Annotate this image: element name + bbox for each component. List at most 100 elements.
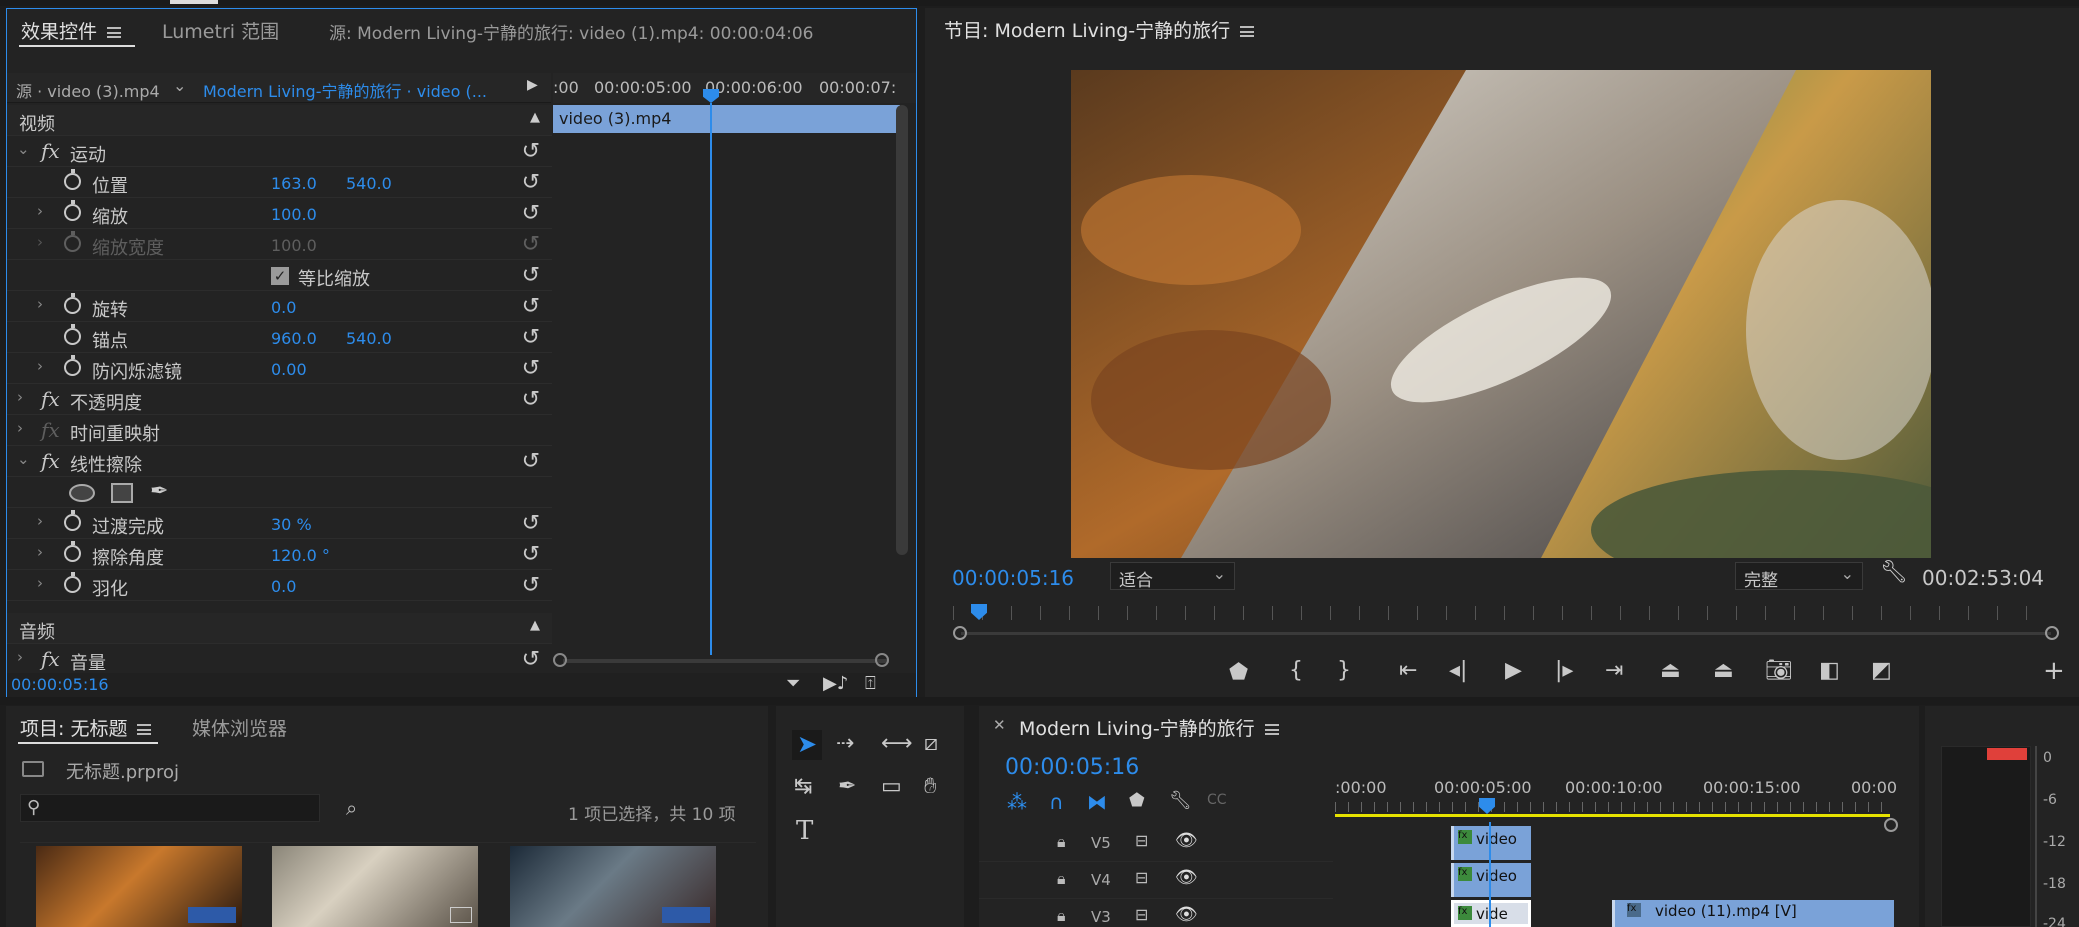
chevron-right-icon[interactable]: › [37,233,43,251]
eye-icon[interactable]: 👁︎ [1175,904,1198,925]
rectangle-mask-icon[interactable] [111,483,133,503]
horizontal-divider[interactable] [0,697,2079,705]
ellipse-mask-icon[interactable] [69,484,95,502]
clip-bar[interactable]: video (3).mp4 [553,105,900,133]
scale-value[interactable]: 100.0 [271,205,317,224]
selection-tool-icon[interactable]: ➤ [792,730,822,760]
transition-completion-value[interactable]: 30 % [271,515,312,534]
source-clip-label[interactable]: 源 · video (3).mp4 [16,78,160,102]
effect-volume[interactable]: › fx 音量 ↺ [7,644,552,675]
razor-tool-icon[interactable]: ⧄ [924,731,938,756]
reset-icon[interactable]: ↺ [522,542,540,567]
reset-icon[interactable]: ↺ [522,573,540,598]
position-x-value[interactable]: 163.0 [271,174,317,193]
chevron-right-icon[interactable]: › [37,574,43,592]
stopwatch-icon[interactable] [64,324,81,345]
sync-lock-icon[interactable]: ⊟ [1135,905,1148,924]
ripple-edit-tool-icon[interactable]: ⟷ [881,731,913,756]
wipe-angle-value[interactable]: 120.0 ° [271,546,330,565]
effect-controls-timecode[interactable]: 00:00:05:16 [11,675,109,694]
pen-tool-icon[interactable]: ✒ [838,774,856,799]
reset-icon[interactable]: ↺ [522,647,540,672]
type-tool-icon[interactable]: T [796,816,813,846]
slip-tool-icon[interactable]: ↹ [794,774,812,799]
snap-icon[interactable]: ∩ [1049,790,1064,814]
panel-menu-icon[interactable] [137,724,152,735]
chevron-right-icon[interactable]: › [17,419,23,437]
tab-media-browser[interactable]: 媒体浏览器 [192,714,287,741]
rectangle-tool-icon[interactable]: ▭ [881,774,902,799]
tab-project[interactable]: 项目: 无标题 [20,714,152,741]
anti-flicker-value[interactable]: 0.00 [271,360,307,379]
vertical-scrollbar[interactable] [896,105,908,555]
stopwatch-icon[interactable] [64,200,81,221]
timeline-clip-v3-second[interactable]: fx video (11).mp4 [V] [1612,900,1894,927]
filter-icon[interactable]: ⏷ [786,673,800,694]
export-icon[interactable]: ⍐ [865,673,876,694]
effect-motion[interactable]: ⌄ fx 运动 ↺ [7,136,552,167]
reset-icon[interactable]: ↺ [522,387,540,412]
fx-icon[interactable]: fx [41,139,60,163]
rotation-value[interactable]: 0.0 [271,298,296,317]
timeline-clip-v4[interactable]: fx video [1451,863,1531,897]
timeline-clip-v3[interactable]: fx vide [1451,900,1531,927]
program-title[interactable]: 节目: Modern Living-宁静的旅行 [944,16,1255,43]
nest-icon[interactable]: ⁂ [1007,790,1027,814]
find-icon[interactable]: ⌕ [346,796,357,820]
wrench-icon[interactable]: 🔧︎ [1880,560,1908,585]
collapse-icon[interactable]: ▲ [530,618,540,633]
chevron-right-icon[interactable]: › [37,295,43,313]
section-audio[interactable]: 音频 ▲ [7,613,552,644]
step-forward-icon[interactable]: |▸ [1555,658,1573,683]
add-marker-icon[interactable]: ⬟ [1129,790,1145,811]
lock-icon[interactable]: 🔒︎ [1057,832,1066,852]
stopwatch-icon[interactable] [64,572,81,593]
scroll-handle[interactable] [1884,818,1898,832]
play-audio-icon[interactable]: ▶♪ [823,673,848,694]
chevron-right-icon[interactable]: › [37,543,43,561]
wrench-icon[interactable]: 🔧︎ [1169,790,1192,811]
lift-icon[interactable]: ⏏ [1660,658,1681,683]
anchor-y-value[interactable]: 540.0 [346,329,392,348]
close-icon[interactable]: ✕ [993,716,1006,734]
comparison-view-icon[interactable]: ◧ [1819,658,1840,683]
thumbnail-clip[interactable] [36,846,242,927]
thumbnail-clip[interactable] [510,846,716,927]
extract-icon[interactable]: ⏏ [1713,658,1734,683]
lock-icon[interactable]: 🔒︎ [1057,869,1066,889]
position-y-value[interactable]: 540.0 [346,174,392,193]
stopwatch-icon[interactable] [64,169,81,190]
program-scrubber-ruler[interactable] [953,606,2053,620]
play-only-icon[interactable]: ▶ [527,77,538,93]
chevron-right-icon[interactable]: › [17,648,23,666]
lock-icon[interactable]: 🔒︎ [1057,906,1066,926]
toggle-proxies-icon[interactable]: ◩ [1871,658,1892,683]
mark-in-icon[interactable]: { [1289,658,1303,683]
mini-timeline-ruler[interactable]: :00 00:00:05:00 00:00:06:00 00:00:07: [553,73,916,103]
track-select-tool-icon[interactable]: ⇢ [836,731,854,756]
program-zoom-bar[interactable] [961,632,2051,635]
chevron-right-icon[interactable]: › [37,202,43,220]
timeline-ruler[interactable]: :00:00 00:00:05:00 00:00:10:00 00:00:15:… [1335,774,1905,822]
anchor-x-value[interactable]: 960.0 [271,329,317,348]
sync-lock-icon[interactable]: ⊟ [1135,831,1148,850]
reset-icon[interactable]: ↺ [522,139,540,164]
program-timecode[interactable]: 00:00:05:16 [952,566,1074,590]
uniform-scale-checkbox[interactable]: ✓ [271,267,289,285]
export-frame-icon[interactable]: 📷︎ [1765,658,1793,683]
hand-tool-icon[interactable]: ✋︎ [924,774,937,799]
sequence-clip-label[interactable]: Modern Living-宁静的旅行 · video (... [203,78,487,102]
scroll-handle[interactable] [953,626,967,640]
reset-icon[interactable]: ↺ [522,294,540,319]
reset-icon[interactable]: ↺ [522,325,540,350]
section-video[interactable]: 视频 ▲ [7,105,552,136]
effect-opacity[interactable]: › fx 不透明度 ↺ [7,384,552,415]
mark-out-icon[interactable]: } [1337,658,1351,683]
chevron-right-icon[interactable]: › [17,388,23,406]
panel-menu-icon[interactable] [1240,26,1255,37]
stopwatch-icon[interactable] [64,355,81,376]
go-to-out-icon[interactable]: ⇥ [1605,658,1623,683]
thumbnail-clip[interactable] [272,846,478,927]
timeline-clip-v5[interactable]: fx video [1451,826,1531,860]
fx-icon[interactable]: fx [41,387,60,411]
